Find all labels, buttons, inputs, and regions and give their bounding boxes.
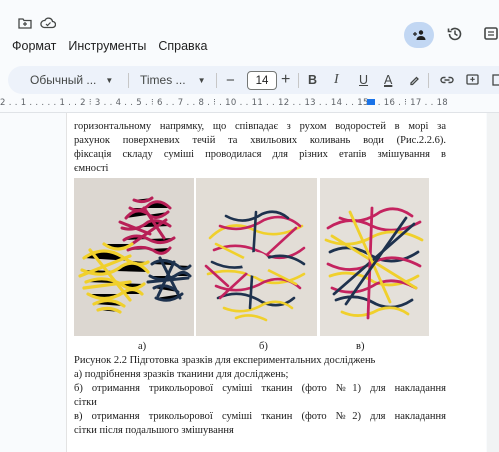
add-comment-icon[interactable]	[466, 66, 479, 94]
font-size-input[interactable]: 14	[247, 71, 277, 90]
font-family-label: Times ...	[140, 73, 186, 87]
version-history-icon[interactable]	[446, 25, 464, 48]
chevron-down-icon: ▼	[105, 75, 114, 85]
decrease-font-size-button[interactable]: −	[226, 66, 235, 94]
photo-label-b: б)	[259, 341, 268, 352]
list-item: сітки	[74, 397, 97, 408]
insert-image-icon[interactable]	[492, 66, 499, 94]
share-button[interactable]	[404, 22, 434, 48]
text-color-button[interactable]: A	[384, 66, 392, 94]
paragraph-style-label: Обычный ...	[30, 73, 97, 87]
photo-label-a: а)	[138, 341, 147, 352]
paragraph-line: горизонтальному напрямку, що співпадає з…	[74, 121, 446, 132]
ruler[interactable]: 2 . . 1 . . . . . 1 . . 2 ⁝ 3 . . 4 . . …	[0, 96, 499, 113]
highlight-icon[interactable]	[408, 66, 420, 94]
list-item: б) отримання трикольорової суміші тканин…	[74, 383, 446, 394]
paragraph-line: ємності	[74, 163, 109, 174]
list-item: а) подрібнення зразків тканини для дослі…	[74, 369, 289, 380]
font-family-select[interactable]: Times ... ▼	[140, 66, 205, 94]
photo-b	[196, 178, 317, 336]
ruler-numbers: 2 . . 1 . . . . . 1 . . 2 ⁝ 3 . . 4 . . …	[0, 98, 449, 108]
list-item: сітки після подальшого змішування	[74, 425, 234, 436]
person-add-icon	[413, 30, 426, 40]
underline-button[interactable]: U	[359, 66, 368, 94]
photo-label-c: в)	[356, 341, 365, 352]
italic-button[interactable]: I	[334, 66, 339, 94]
bold-button[interactable]: B	[308, 66, 317, 94]
photo-c	[320, 178, 429, 336]
menu-help[interactable]: Справка	[158, 39, 207, 53]
cloud-saved-icon[interactable]	[40, 17, 57, 32]
top-bar: Формат Инструменты Справка	[0, 0, 499, 62]
menu-bar: Формат Инструменты Справка	[12, 39, 207, 53]
menu-tools[interactable]: Инструменты	[68, 39, 146, 53]
indent-marker[interactable]	[367, 99, 375, 105]
paragraph-style-select[interactable]: Обычный ... ▼	[30, 66, 113, 94]
paragraph-line: фіксація складу суміші проводилася для р…	[74, 149, 446, 160]
scrollbar[interactable]	[487, 113, 499, 452]
increase-font-size-button[interactable]: +	[281, 66, 290, 94]
paragraph-line: рахунок поверхневих течій та хвильових к…	[74, 135, 446, 146]
link-icon[interactable]	[440, 66, 454, 94]
move-to-folder-icon[interactable]	[18, 17, 32, 32]
photo-a	[74, 178, 194, 336]
list-item: в) отримання трикольорової суміші тканин…	[74, 411, 446, 422]
comments-icon[interactable]	[483, 25, 499, 48]
menu-format[interactable]: Формат	[12, 39, 56, 53]
figure-caption: Рисунок 2.2 Підготовка зразків для експе…	[74, 355, 376, 366]
formatting-toolbar: Обычный ... ▼ Times ... ▼ − 14 + B I U A	[8, 66, 499, 94]
chevron-down-icon: ▼	[197, 75, 206, 85]
